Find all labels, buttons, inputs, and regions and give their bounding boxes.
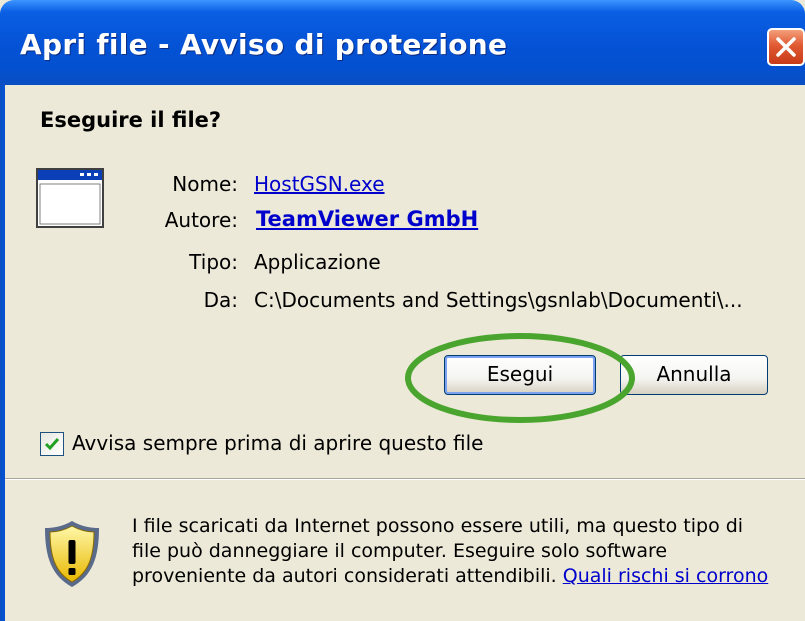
risks-link[interactable]: Quali rischi si corrono	[563, 565, 768, 587]
window-title: Apri file - Avviso di protezione	[20, 28, 508, 61]
close-icon	[776, 37, 796, 57]
separator-highlight	[5, 479, 805, 480]
shield-warning-icon	[45, 521, 99, 587]
type-label: Tipo:	[189, 250, 238, 274]
close-button[interactable]	[767, 28, 805, 66]
cancel-button[interactable]: Annulla	[620, 355, 768, 395]
security-warning-text: I file scaricati da Internet possono ess…	[132, 514, 772, 589]
run-button[interactable]: Esegui	[444, 355, 596, 395]
always-warn-checkbox[interactable]	[40, 432, 64, 456]
author-label: Autore:	[164, 208, 238, 232]
name-label: Nome:	[172, 172, 238, 196]
type-value: Applicazione	[254, 250, 381, 274]
file-name-link[interactable]: HostGSN.exe	[254, 172, 385, 196]
publisher-link[interactable]: TeamViewer GmbH	[256, 207, 478, 231]
checkmark-icon	[44, 438, 60, 451]
from-label: Da:	[203, 288, 238, 312]
always-warn-label[interactable]: Avvisa sempre prima di aprire questo fil…	[72, 431, 483, 455]
from-value: C:\Documents and Settings\gsnlab\Documen…	[254, 288, 743, 312]
dialog-heading: Eseguire il file?	[40, 108, 222, 132]
title-bar[interactable]: Apri file - Avviso di protezione	[0, 0, 805, 85]
